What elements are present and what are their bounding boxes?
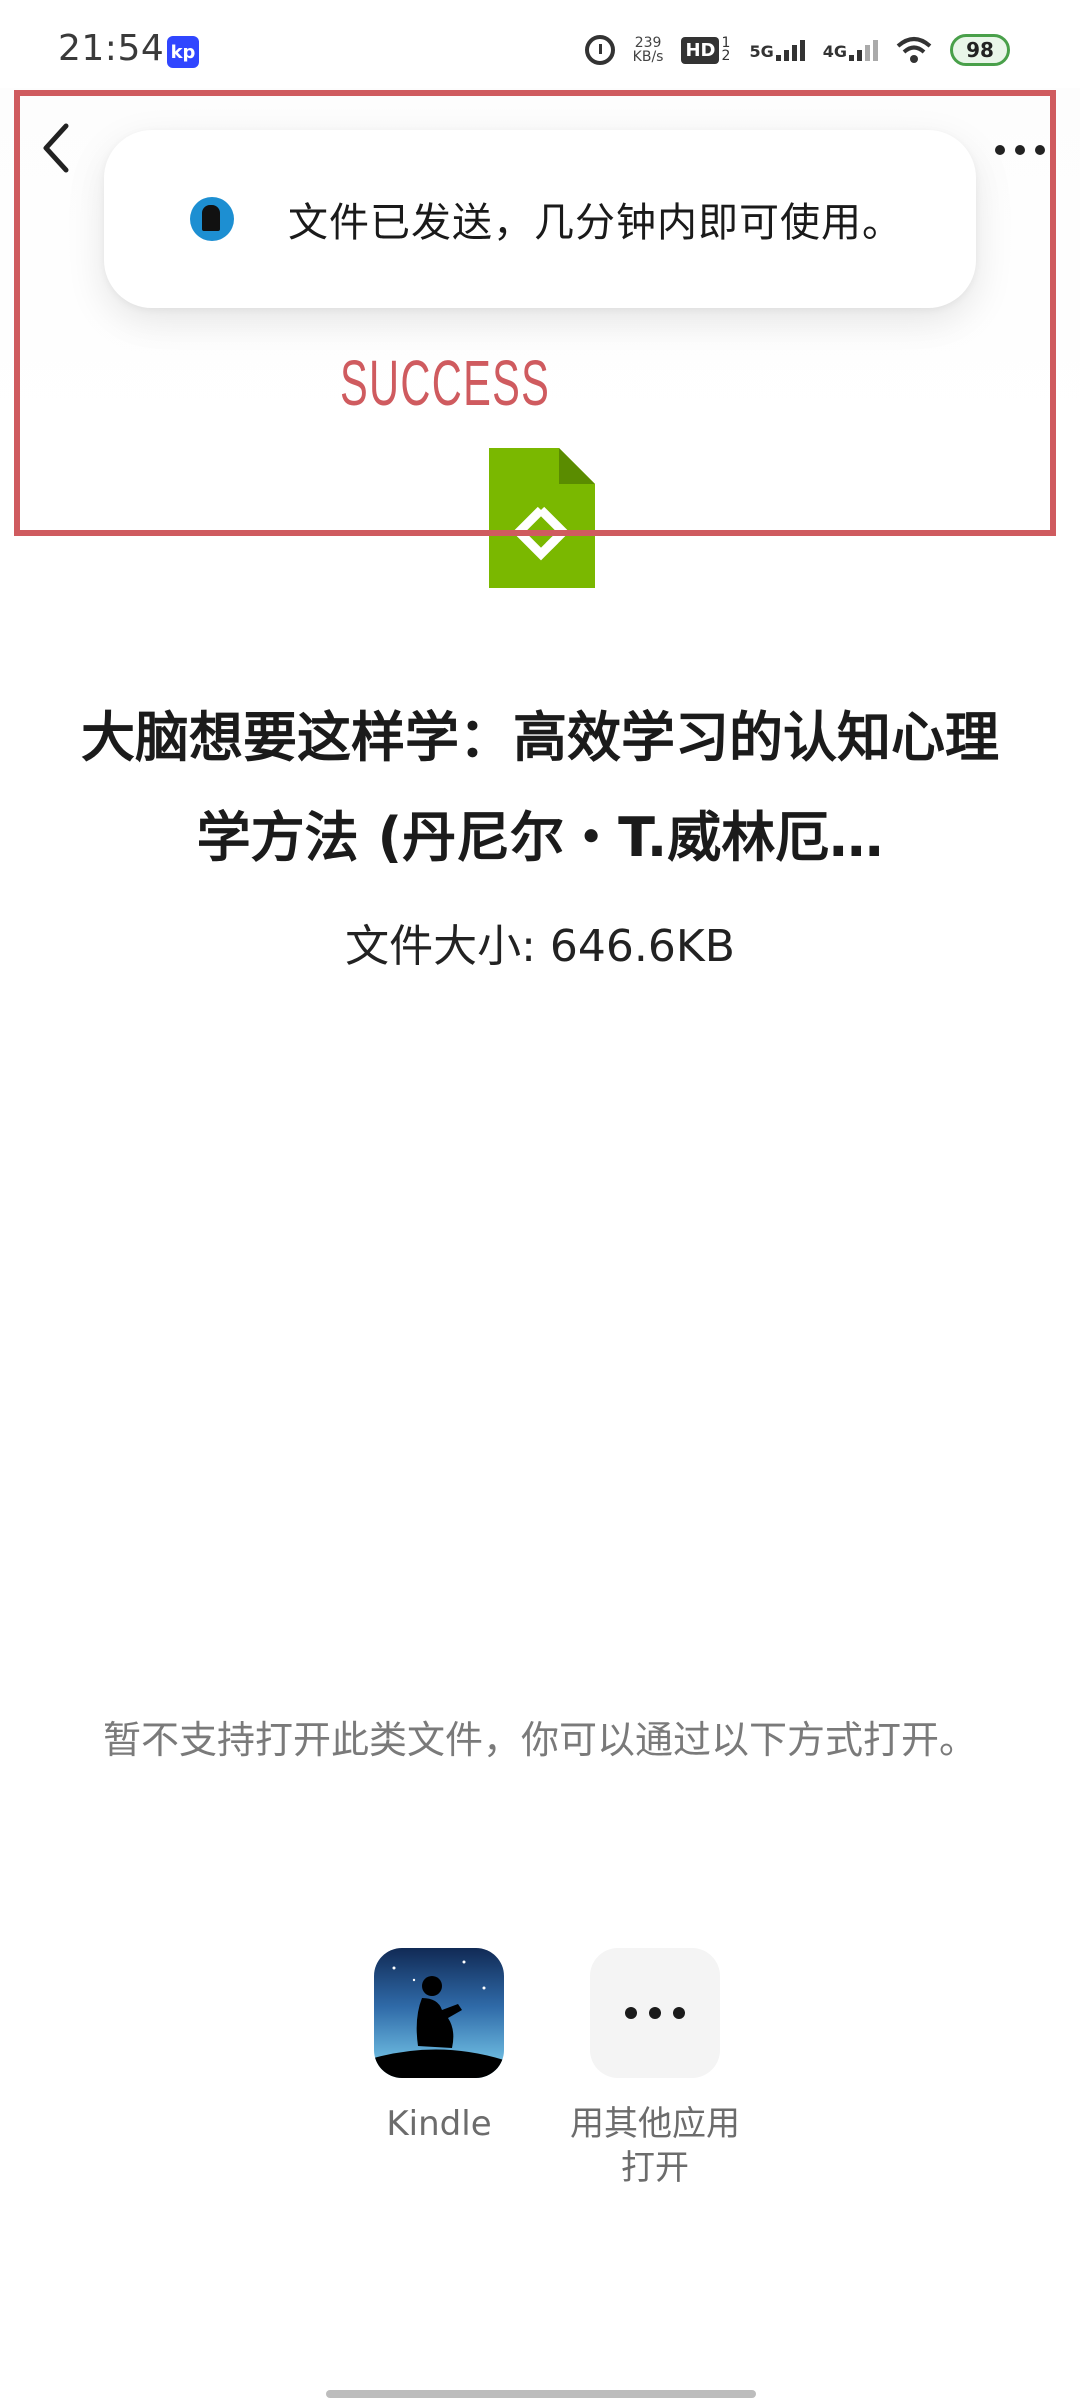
app-badge-icon: kp xyxy=(167,36,199,68)
net-4g-label: 4G xyxy=(822,42,847,61)
signal-icon xyxy=(849,39,878,61)
open-with-kindle[interactable]: Kindle xyxy=(339,1948,539,2146)
network-speed: 239 KB/s xyxy=(633,36,664,64)
kindle-app-icon[interactable] xyxy=(374,1948,504,2078)
signal-5g: 5G xyxy=(749,39,805,61)
battery-icon: 98 xyxy=(950,34,1010,66)
net-5g-label: 5G xyxy=(749,42,774,61)
more-icon[interactable] xyxy=(590,1948,720,2078)
home-indicator[interactable] xyxy=(326,2390,756,2398)
network-speed-unit: KB/s xyxy=(632,49,664,65)
other-app-label: 用其他应用打开 xyxy=(570,2104,740,2188)
hd-indicator: HD 1 2 xyxy=(681,35,731,64)
highlight-box xyxy=(14,90,1056,536)
file-size: 文件大小: 646.6KB xyxy=(345,921,735,972)
alarm-icon xyxy=(584,35,615,65)
hd-icon: HD xyxy=(681,36,720,64)
signal-icon xyxy=(775,39,805,61)
status-bar: 21:54 kp 239 KB/s HD 1 2 5G 4G 98 xyxy=(0,0,1080,100)
status-icons: 239 KB/s HD 1 2 5G 4G 98 xyxy=(584,34,1010,66)
signal-4g: 4G xyxy=(823,39,878,61)
unsupported-hint: 暂不支持打开此类文件，你可以通过以下方式打开。 xyxy=(102,1718,977,1762)
network-speed-value: 239 xyxy=(634,35,662,51)
hd-sub: 1 2 xyxy=(721,35,731,64)
kindle-label: Kindle xyxy=(386,2104,492,2144)
wifi-icon xyxy=(896,37,932,63)
open-with-other-app[interactable]: 用其他应用打开 xyxy=(555,1948,755,2190)
kindle-reader-icon xyxy=(374,1960,504,2078)
status-time: 21:54 xyxy=(58,28,165,69)
file-title: 大脑想要这样学：高效学习的认知心理学方法 (丹尼尔・T.威林厄… xyxy=(81,706,999,869)
